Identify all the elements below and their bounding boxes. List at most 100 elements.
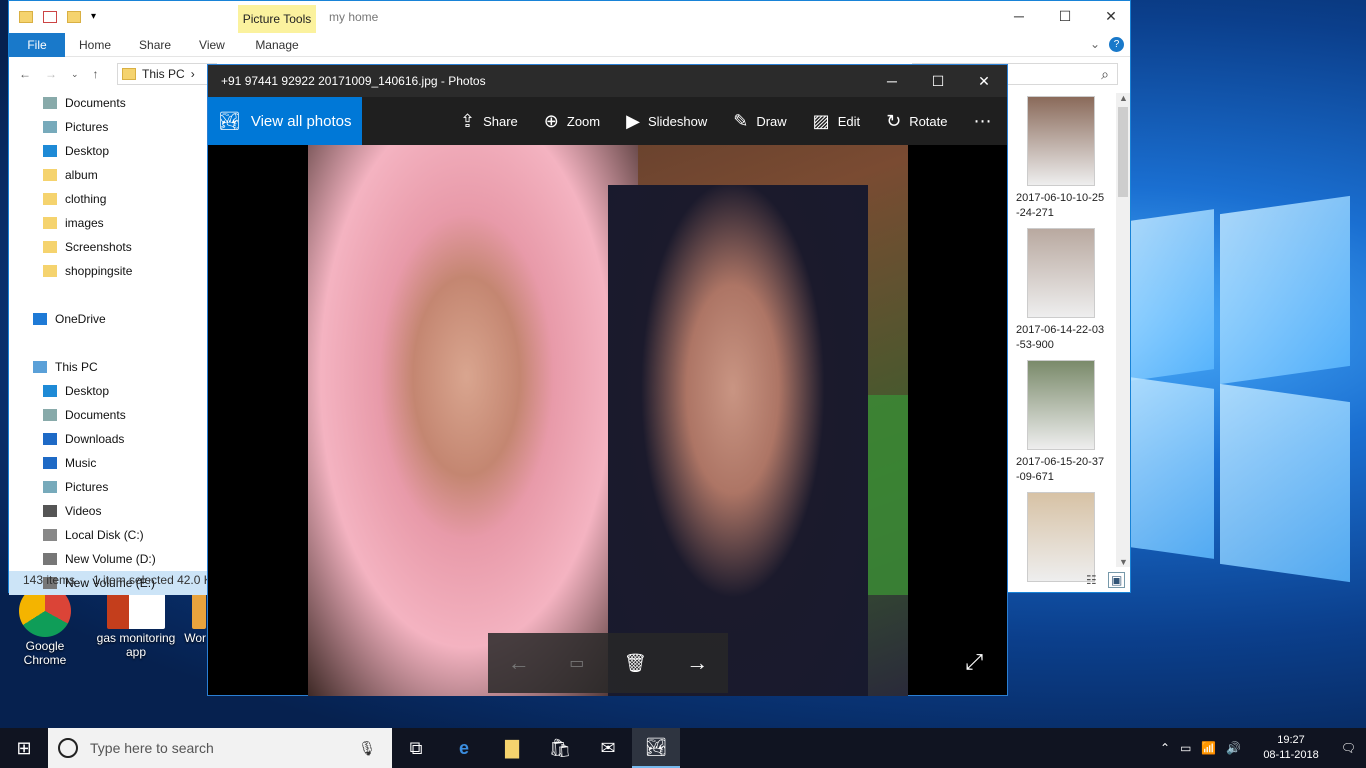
wifi-icon[interactable]: 📶 — [1201, 741, 1216, 755]
microphone-icon[interactable]: 🎙 — [358, 740, 376, 757]
mail-icon[interactable]: ✉ — [584, 728, 632, 768]
thumbnail-item[interactable]: 2017-06-14-22-03 -53-900 — [1011, 228, 1115, 360]
chevron-right-icon[interactable]: › — [191, 67, 195, 81]
nav-item-pictures[interactable]: Pictures — [9, 475, 209, 499]
nav-item-documents[interactable]: Documents — [9, 91, 209, 115]
large-icons-view-icon[interactable]: ▣ — [1108, 572, 1126, 588]
thumbnail-item[interactable]: 2017-06-15-20-37 -09-671 — [1011, 360, 1115, 492]
nav-item-pictures[interactable]: Pictures — [9, 115, 209, 139]
close-button[interactable]: ✕ — [1088, 1, 1134, 31]
share-button[interactable]: ⇪ Share — [460, 111, 518, 132]
chevron-down-icon[interactable]: ⌄ — [1090, 37, 1100, 51]
clock[interactable]: 19:27 08-11-2018 — [1263, 733, 1318, 763]
maximize-button[interactable]: ☐ — [1042, 1, 1088, 31]
photos-taskbar-icon[interactable]: 🏞 — [632, 728, 680, 768]
battery-icon[interactable]: ▭ — [1180, 741, 1191, 755]
slideshow-button[interactable]: ▶ Slideshow — [626, 111, 707, 132]
taskbar-search[interactable]: Type here to search 🎙 — [48, 728, 392, 768]
nav-item-local-disk-c-[interactable]: Local Disk (C:) — [9, 523, 209, 547]
new-folder-icon[interactable] — [67, 11, 81, 23]
properties-icon[interactable] — [43, 11, 57, 23]
store-icon[interactable]: 🛍 — [536, 728, 584, 768]
nav-item-music[interactable]: Music — [9, 451, 209, 475]
forward-arrow-icon[interactable]: → — [45, 67, 57, 81]
edge-icon[interactable]: e — [440, 728, 488, 768]
volume-icon[interactable]: 🔊 — [1226, 741, 1241, 755]
desktop-icon — [43, 385, 57, 397]
scroll-down-icon[interactable]: ▼ — [1119, 557, 1128, 567]
nav-item-label: Music — [65, 456, 97, 470]
photo-region-person — [308, 145, 638, 696]
minimize-button[interactable]: ─ — [996, 1, 1042, 31]
tab-view[interactable]: View — [185, 38, 239, 52]
thumbnail-item[interactable]: 2017-06-10-10-25 -24-271 — [1011, 96, 1115, 228]
scrollbar-thumb[interactable] — [1118, 107, 1128, 197]
nav-item-images[interactable]: images — [9, 211, 209, 235]
back-arrow-icon[interactable]: ← — [19, 67, 31, 81]
ribbon-tabs: File Home Share View Manage ⌄ ? — [9, 32, 1130, 57]
file-explorer-icon[interactable]: ▇ — [488, 728, 536, 768]
details-view-icon[interactable]: ☷ — [1086, 573, 1097, 587]
chevron-up-icon[interactable]: ⌃ — [1160, 741, 1170, 755]
help-icon[interactable]: ? — [1109, 37, 1124, 52]
nav-item-desktop[interactable]: Desktop — [9, 379, 209, 403]
edit-button[interactable]: ▨ Edit — [813, 111, 860, 132]
nav-item-album[interactable]: album — [9, 163, 209, 187]
nav-item-label: Videos — [65, 504, 102, 518]
nav-item-label: clothing — [65, 192, 107, 206]
quick-access-toolbar: ▾ — [9, 1, 105, 33]
nav-item-label: New Volume (D:) — [65, 552, 156, 566]
draw-button[interactable]: ✎ Draw — [733, 111, 786, 132]
nav-item-shoppingsite[interactable]: shoppingsite — [9, 259, 209, 283]
start-button[interactable]: ⊞ — [0, 728, 48, 768]
address-box[interactable]: This PC › — [117, 63, 217, 85]
nav-item-this-pc[interactable]: This PC — [9, 355, 209, 379]
thumbnail-label: 2017-06-10-10-25 -24-271 — [1016, 191, 1115, 221]
nav-item-label: Local Disk (C:) — [65, 528, 144, 542]
nav-item-documents[interactable]: Documents — [9, 403, 209, 427]
maximize-button[interactable]: ☐ — [915, 65, 961, 97]
close-button[interactable]: ✕ — [961, 65, 1007, 97]
fullscreen-icon[interactable]: ⤢ — [965, 649, 983, 675]
nav-item-screenshots[interactable]: Screenshots — [9, 235, 209, 259]
thumbnail-item[interactable] — [1011, 492, 1115, 624]
next-arrow-icon[interactable]: → — [686, 650, 708, 676]
tab-file[interactable]: File — [9, 32, 65, 57]
view-all-photos-button[interactable]: 🏞 View all photos — [208, 97, 362, 145]
folder-icon[interactable] — [19, 11, 33, 23]
scroll-up-icon[interactable]: ▲ — [1119, 93, 1128, 103]
vertical-scrollbar[interactable]: ▲ ▼ — [1116, 93, 1130, 567]
task-view-icon[interactable]: ⧉ — [392, 728, 440, 768]
nav-item-desktop[interactable]: Desktop — [9, 139, 209, 163]
nav-item-label: Desktop — [65, 384, 110, 398]
photo-region-person — [608, 185, 868, 696]
tool-label: Zoom — [566, 113, 601, 129]
search-icon: ⌕ — [1101, 66, 1109, 82]
photos-toolbar: 🏞 View all photos ⇪ Share ⊕ Zoom ▶ Slideshow ✎… — [208, 97, 1007, 145]
more-options-icon[interactable]: ⋯ — [974, 111, 992, 132]
tab-home[interactable]: Home — [65, 38, 125, 52]
desktop-icon-chrome[interactable]: Google Chrome — [3, 585, 87, 667]
action-center-icon[interactable]: 🗨 — [1341, 741, 1356, 755]
rotate-button[interactable]: ↻ Rotate — [886, 111, 947, 132]
minimize-button[interactable]: ─ — [869, 65, 915, 97]
up-arrow-icon[interactable]: ↑ — [93, 67, 99, 81]
nav-item-videos[interactable]: Videos — [9, 499, 209, 523]
tab-manage[interactable]: Manage — [238, 38, 316, 52]
nav-item-clothing[interactable]: clothing — [9, 187, 209, 211]
clock-date: 08-11-2018 — [1263, 749, 1319, 761]
cast-icon[interactable]: ▭ — [569, 653, 584, 673]
previous-arrow-icon[interactable]: ← — [508, 650, 530, 676]
nav-item-onedrive[interactable]: OneDrive — [9, 307, 209, 331]
desktop-icon-gas-monitoring[interactable]: gas monitoring app — [94, 585, 178, 659]
selection-info: 1 item selected 42.0 K — [93, 573, 212, 587]
chevron-down-icon[interactable]: ⌄ — [71, 69, 79, 80]
delete-icon[interactable]: 🗑 — [624, 653, 647, 674]
chevron-down-icon[interactable]: ▾ — [91, 11, 105, 23]
nav-item-label: Screenshots — [65, 240, 132, 254]
nav-item-downloads[interactable]: Downloads — [9, 427, 209, 451]
pc-icon — [33, 361, 47, 373]
tab-share[interactable]: Share — [125, 38, 185, 52]
thumbnail-image — [1027, 228, 1095, 318]
zoom-button[interactable]: ⊕ Zoom — [544, 111, 600, 132]
